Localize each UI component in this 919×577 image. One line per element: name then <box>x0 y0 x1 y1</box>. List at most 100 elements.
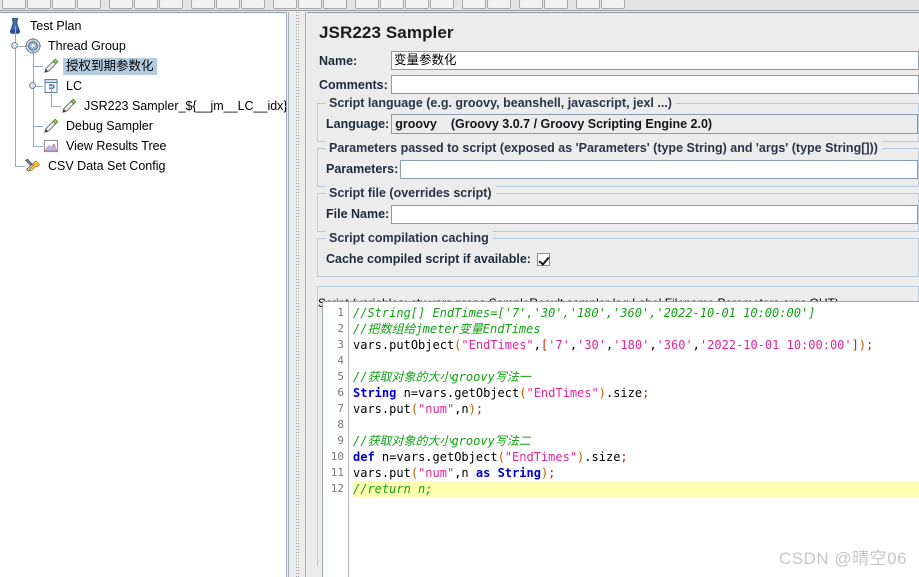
comments-label: Comments: <box>319 77 388 92</box>
toolbar-button-search[interactable] <box>519 0 543 9</box>
toolbar-button-clear-all[interactable] <box>487 0 511 9</box>
tree-connector-horizontal <box>33 66 43 67</box>
code-line[interactable]: vars.put("num",n as String); <box>353 465 919 481</box>
main-toolbar <box>0 0 919 11</box>
toolbar-button-cut[interactable] <box>191 0 215 9</box>
tree-expand-handle-lc[interactable] <box>29 82 36 89</box>
toolbar-button-revert[interactable] <box>159 0 183 9</box>
toolbar-button-start[interactable] <box>355 0 379 9</box>
code-line[interactable] <box>353 353 919 369</box>
code-line[interactable]: //return n; <box>353 481 919 497</box>
toolbar-button-collapse[interactable] <box>298 0 322 9</box>
tree-expand-handle-thread-group[interactable] <box>11 42 18 49</box>
tree-item-label: Test Plan <box>30 18 82 33</box>
toolbar-button-stop[interactable] <box>405 0 429 9</box>
line-number: 5 <box>337 370 344 383</box>
code-line[interactable]: //String[] EndTimes=['7','30','180','360… <box>353 305 919 321</box>
code-line[interactable] <box>353 417 919 433</box>
code-line[interactable]: //把数组给jmeter变量EndTimes <box>353 321 919 337</box>
code-line[interactable]: //获取对象的大小groovy写法二 <box>353 433 919 449</box>
code-line[interactable]: def n=vars.getObject("EndTimes").size; <box>353 449 919 465</box>
tree-item-label: Thread Group <box>48 38 126 53</box>
tree-connector-horizontal <box>33 146 43 147</box>
toolbar-button-save-as[interactable] <box>134 0 158 9</box>
csv-data-set-icon <box>24 157 42 175</box>
toolbar-button-start-no-pause[interactable] <box>380 0 404 9</box>
file-name-label: File Name: <box>326 207 390 221</box>
toolbar-button-function-helper[interactable] <box>576 0 600 9</box>
parameters-label: Parameters: <box>326 162 399 176</box>
language-label: Language: <box>326 117 390 131</box>
name-label: Name: <box>319 53 358 68</box>
cache-label: Cache compiled script if available: <box>326 252 531 266</box>
code-line[interactable]: String n=vars.getObject("EndTimes").size… <box>353 385 919 401</box>
script-file-group: Script file (overrides script) File Name… <box>317 186 919 232</box>
parameters-group-title: Parameters passed to script (exposed as … <box>326 141 882 155</box>
split-pane-divider[interactable] <box>288 12 306 577</box>
line-number: 6 <box>337 386 344 399</box>
toolbar-button-shutdown[interactable] <box>430 0 454 9</box>
toolbar-button-help[interactable] <box>601 0 625 9</box>
tree-item-label: LC <box>66 78 82 93</box>
tree-item-label: CSV Data Set Config <box>48 158 166 173</box>
name-input[interactable]: 变量参数化 <box>391 51 919 70</box>
script-editor[interactable]: 1 2 3 4 5 6 7 8 9 10 11 12 //String[] EndTimes=['7'… <box>322 301 919 577</box>
line-number: 7 <box>337 402 344 415</box>
parameters-row: Parameters: <box>318 158 918 181</box>
line-number: 9 <box>337 434 344 447</box>
tree-item-7[interactable]: CSV Data Set Config <box>0 156 286 176</box>
comments-row: Comments: <box>307 73 919 97</box>
code-line[interactable]: //获取对象的大小groovy写法一 <box>353 369 919 385</box>
script-caching-group: Script compilation caching Cache compile… <box>317 231 919 277</box>
file-name-input[interactable] <box>391 204 918 224</box>
sampler-config-panel: JSR223 Sampler Name: 变量参数化 Comments: Scr… <box>307 12 919 577</box>
cache-compiled-script-checkbox[interactable] <box>536 252 550 266</box>
line-number: 4 <box>337 354 344 367</box>
test-plan-tree[interactable]: Test Plan Thread Group 授权到期参数化 LC JSR223 Sam… <box>0 13 286 176</box>
comments-input[interactable] <box>391 75 919 94</box>
view-results-tree-icon <box>42 137 60 155</box>
tree-item-4[interactable]: JSR223 Sampler_${__jm__LC__idx} <box>0 96 286 116</box>
toolbar-button-paste[interactable] <box>241 0 265 9</box>
toolbar-button-reset-search[interactable] <box>544 0 568 9</box>
file-name-row: File Name: <box>318 203 918 226</box>
code-line[interactable]: vars.putObject("EndTimes",['7','30','180… <box>353 337 919 353</box>
tree-connector-vertical <box>51 86 52 106</box>
toolbar-button-copy[interactable] <box>216 0 240 9</box>
toolbar-button-open[interactable] <box>52 0 76 9</box>
line-number: 8 <box>337 418 344 431</box>
debug-sampler-icon <box>42 117 60 135</box>
cache-row: Cache compiled script if available: <box>318 248 918 271</box>
tree-item-label: JSR223 Sampler_${__jm__LC__idx} <box>84 98 287 113</box>
language-row: Language: groovy (Groovy 3.0.7 / Groovy S… <box>318 113 918 136</box>
line-number: 1 <box>337 306 344 319</box>
jmeter-window: Test Plan Thread Group 授权到期参数化 LC JSR223 Sam… <box>0 0 919 577</box>
jsr223-sampler-icon <box>42 57 60 75</box>
script-caching-group-title: Script compilation caching <box>326 231 493 245</box>
editor-code-area[interactable]: //String[] EndTimes=['7','30','180','360… <box>349 302 919 577</box>
tree-connector-horizontal <box>51 106 61 107</box>
toolbar-button-toggle[interactable] <box>323 0 347 9</box>
toolbar-button-close[interactable] <box>77 0 101 9</box>
script-language-group: Script language (e.g. groovy, beanshell,… <box>317 96 919 142</box>
tree-item-0[interactable]: Test Plan <box>0 16 286 36</box>
line-number: 10 <box>330 450 344 463</box>
toolbar-button-new[interactable] <box>2 0 26 9</box>
parameters-input[interactable] <box>400 159 918 179</box>
tree-item-label: View Results Tree <box>66 138 167 153</box>
script-group: Script (variables: ctx vars props Sample… <box>317 286 919 577</box>
toolbar-button-clear[interactable] <box>462 0 486 9</box>
script-language-group-title: Script language (e.g. groovy, beanshell,… <box>326 96 676 110</box>
tree-connector-vertical <box>33 46 34 146</box>
toolbar-button-templates[interactable] <box>27 0 51 9</box>
line-number: 11 <box>330 466 344 479</box>
parameters-group: Parameters passed to script (exposed as … <box>317 141 919 187</box>
divider-grip[interactable] <box>295 12 300 577</box>
test-plan-tree-panel[interactable]: Test Plan Thread Group 授权到期参数化 LC JSR223 Sam… <box>0 12 287 577</box>
code-line[interactable]: vars.put("num",n); <box>353 401 919 417</box>
toolbar-button-expand[interactable] <box>273 0 297 9</box>
toolbar-button-save[interactable] <box>109 0 133 9</box>
tree-item-1[interactable]: Thread Group <box>0 36 286 56</box>
jsr223-sampler-icon <box>60 97 78 115</box>
language-select[interactable]: groovy (Groovy 3.0.7 / Groovy Scripting E… <box>391 114 918 134</box>
